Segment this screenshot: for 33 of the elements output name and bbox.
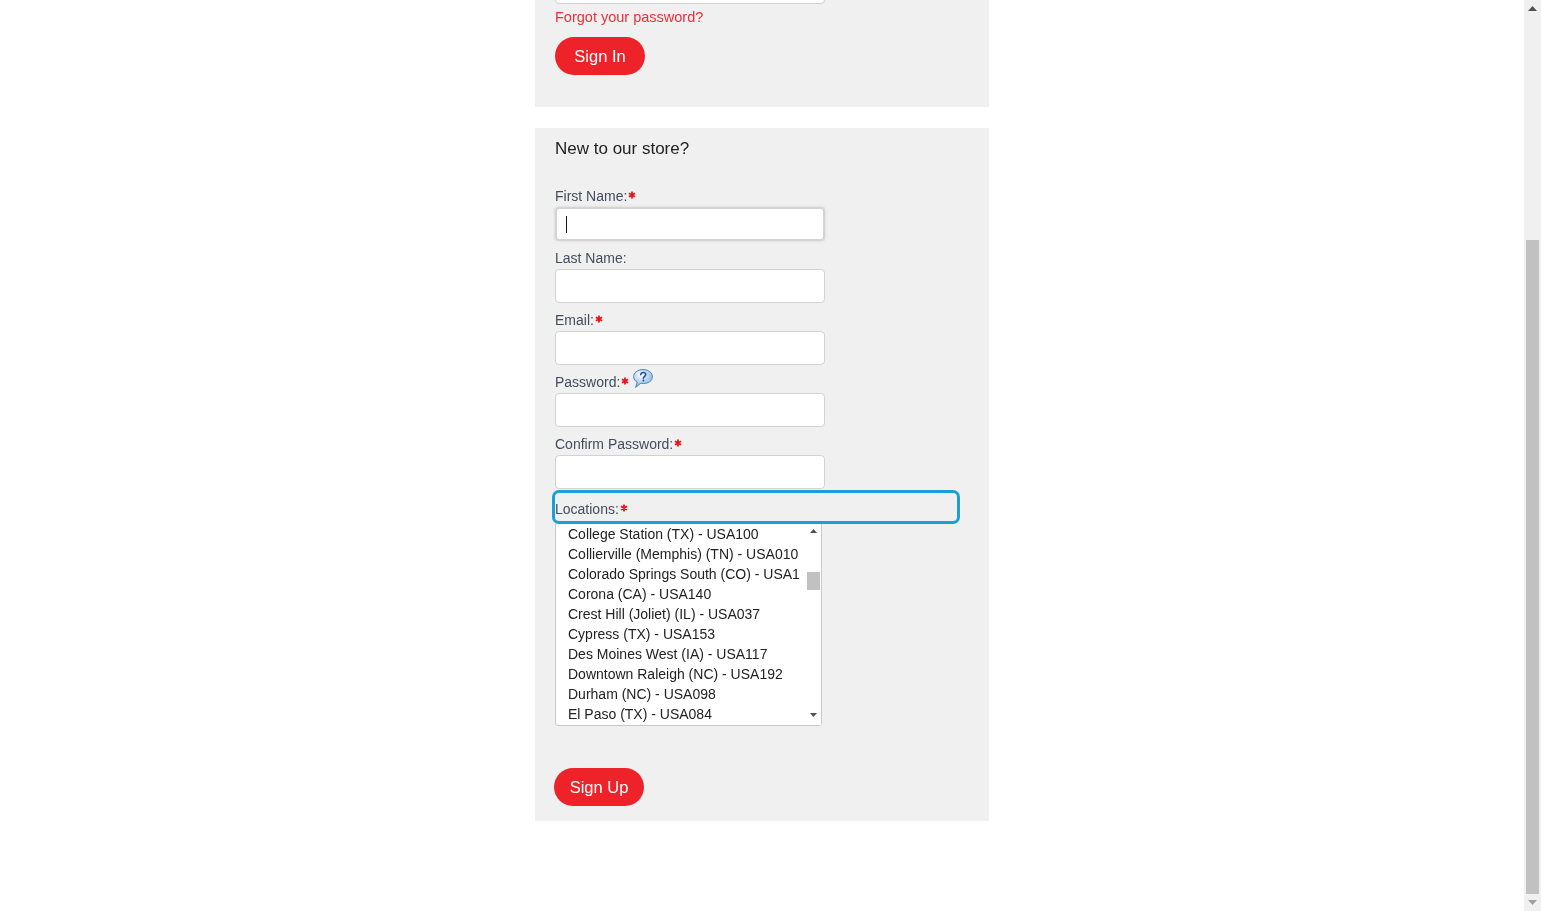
field-label: Last Name: <box>555 249 627 268</box>
list-option[interactable]: Durham (NC) - USA098 <box>568 684 716 704</box>
field-label: First Name: <box>555 187 628 206</box>
field-label: Confirm Password: <box>555 435 674 454</box>
scrollbar-thumb[interactable] <box>1526 240 1539 894</box>
section-heading: New to our store? <box>555 138 690 160</box>
list-option[interactable]: El Paso (TX) - USA084 <box>568 704 712 724</box>
text-cursor-icon <box>566 215 567 233</box>
forgot-password-link[interactable]: Forgot your password? <box>555 7 704 27</box>
location-list[interactable] <box>555 522 822 726</box>
list-option[interactable]: Cypress (TX) - USA153 <box>568 624 716 644</box>
sign-up-button[interactable]: Sign Up <box>554 768 644 806</box>
field-label: Locations: <box>555 500 619 519</box>
sign-in-button[interactable]: Sign In <box>555 37 645 75</box>
help-bubble-icon[interactable] <box>633 369 654 388</box>
scroll-down-arrow-icon[interactable] <box>809 713 817 717</box>
scroll-up-arrow-icon[interactable] <box>1528 6 1537 11</box>
input-field[interactable] <box>555 331 825 365</box>
scrollbar-thumb[interactable] <box>806 572 820 590</box>
input-field[interactable] <box>555 455 825 489</box>
list-option[interactable]: Crest Hill (Joliet) (IL) - USA037 <box>568 604 761 624</box>
list-option[interactable]: Des Moines West (IA) - USA117 <box>568 644 768 664</box>
list-option[interactable]: College Station (TX) - USA100 <box>568 524 759 544</box>
field-label: Email: <box>555 311 594 330</box>
input-field[interactable] <box>555 269 825 303</box>
field-label: Password: <box>555 373 621 392</box>
input-field[interactable] <box>555 393 825 427</box>
input-field[interactable] <box>555 207 825 241</box>
list-option[interactable]: Colorado Springs South (CO) - USA1 <box>568 564 800 584</box>
list-option[interactable]: Collierville (Memphis) (TN) - USA010 <box>568 544 799 564</box>
list-option[interactable]: Downtown Raleigh (NC) - USA192 <box>568 664 783 684</box>
list-option[interactable]: Corona (CA) - USA140 <box>568 584 712 604</box>
scroll-up-arrow-icon[interactable] <box>809 529 817 533</box>
